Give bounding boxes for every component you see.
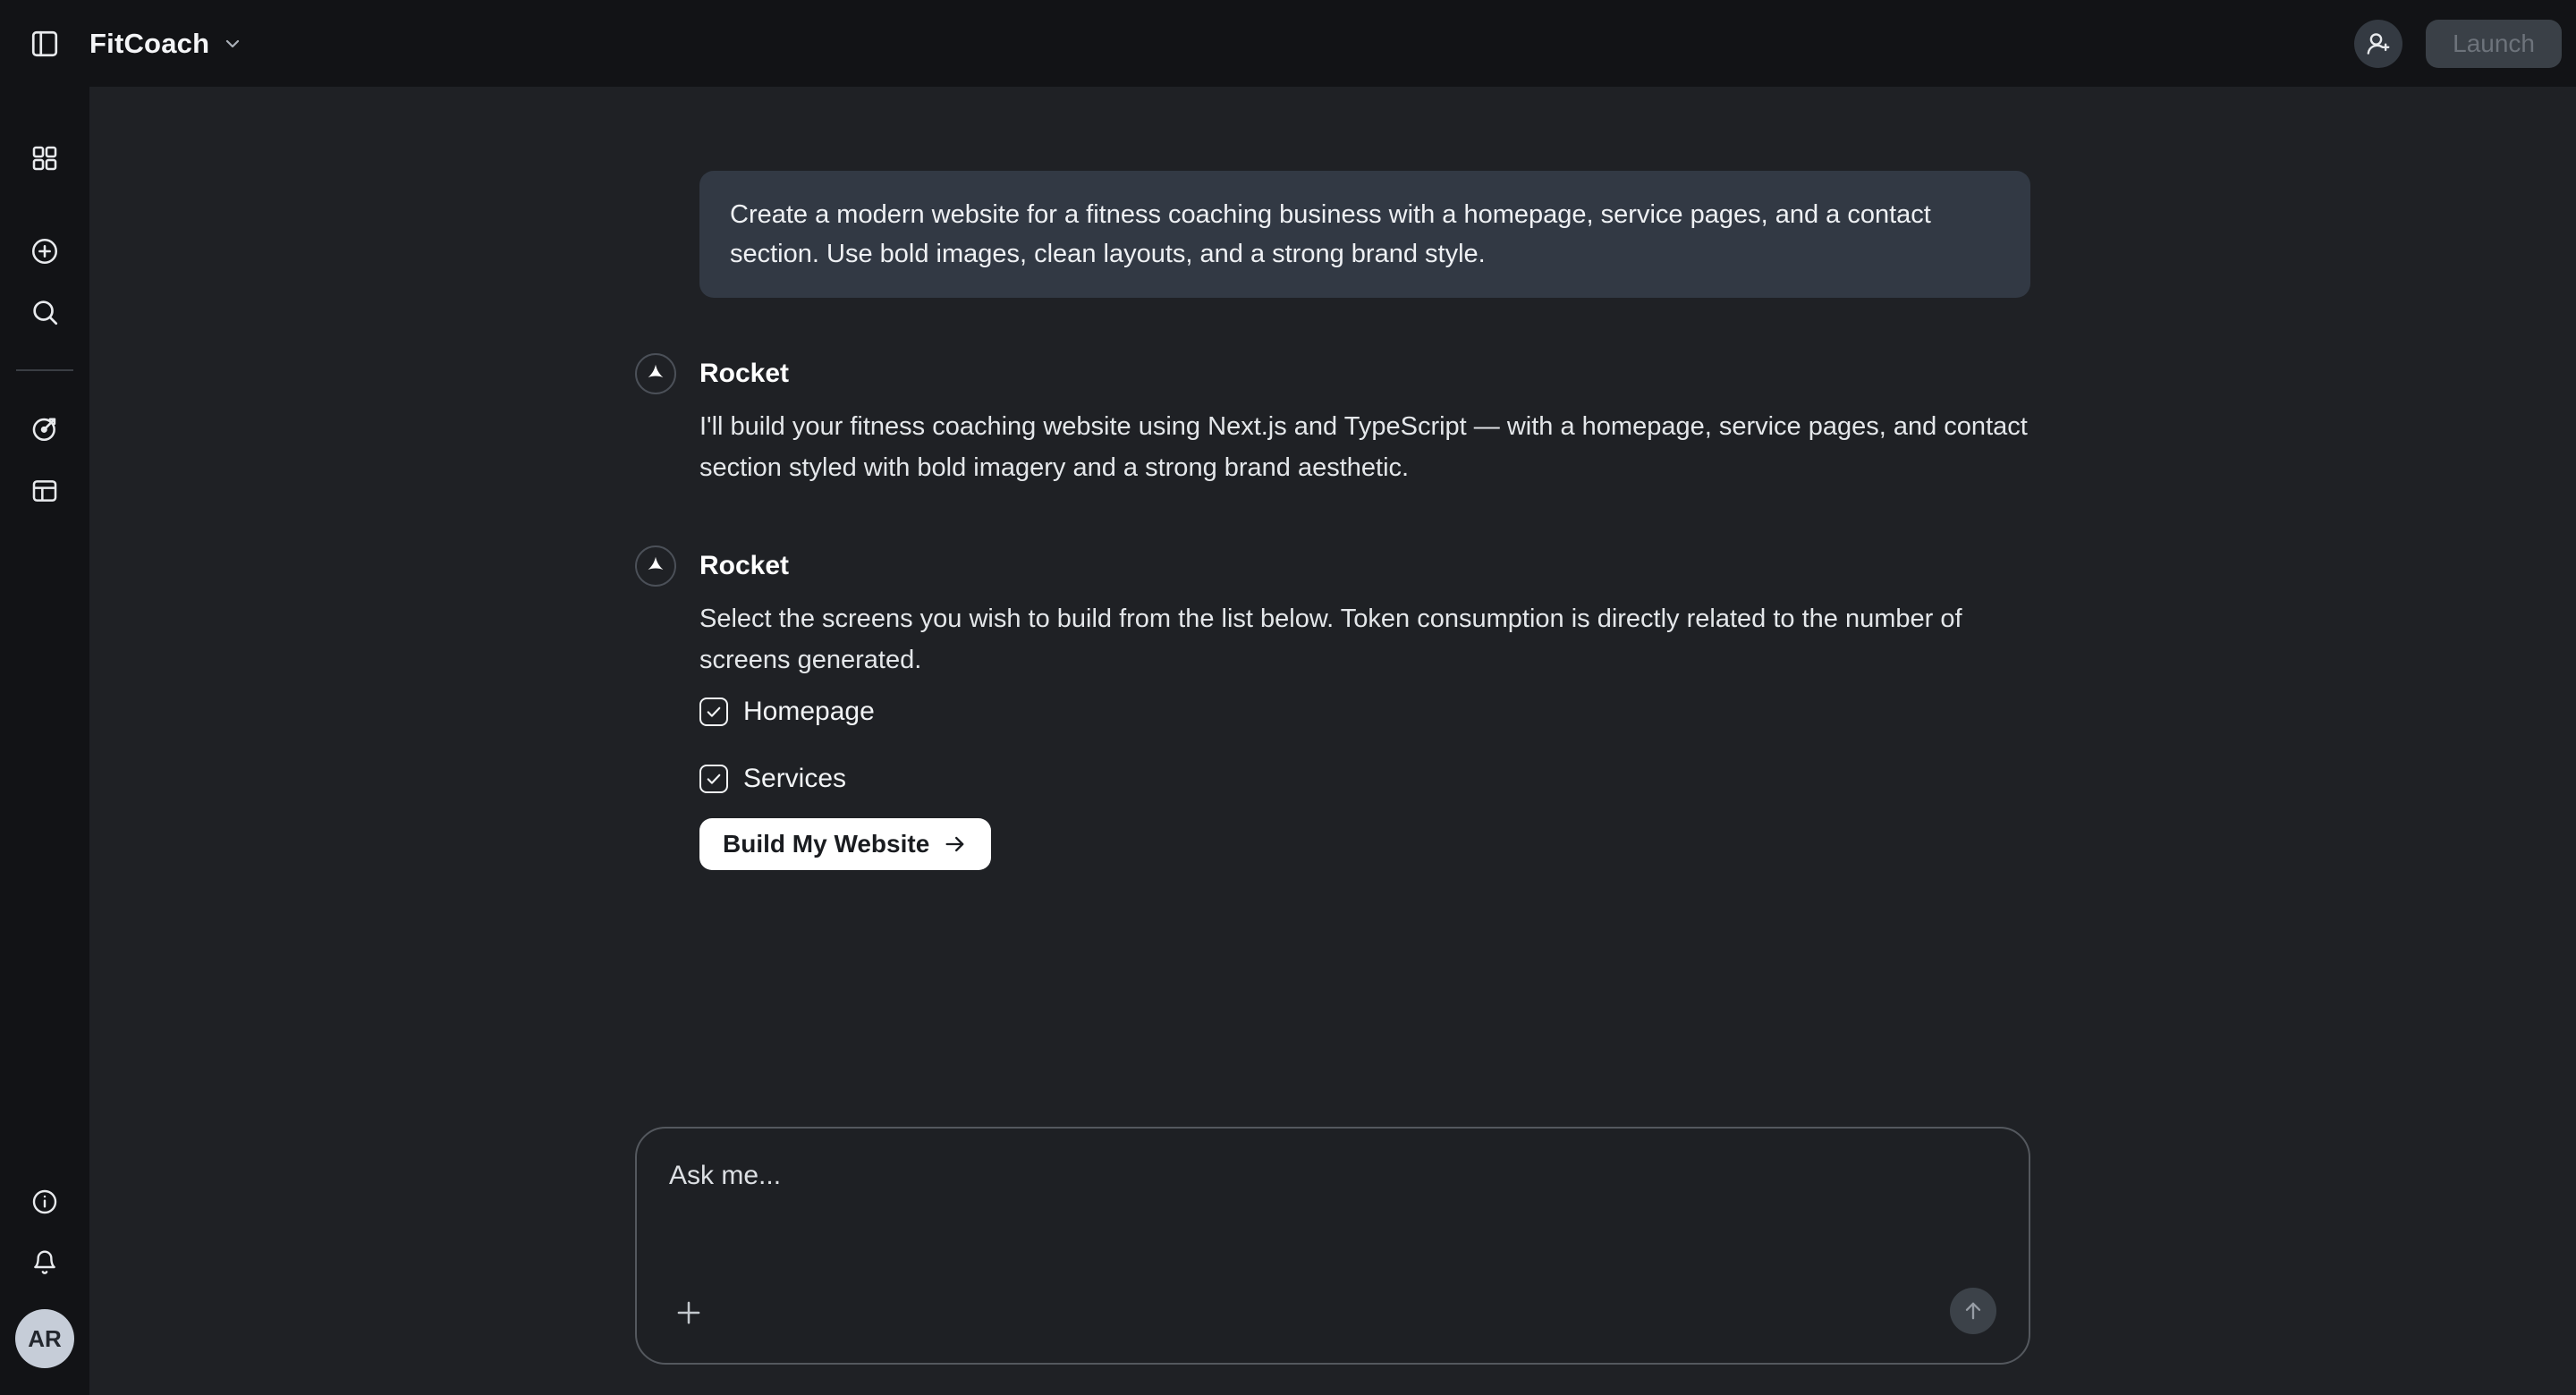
user-avatar[interactable]: AR: [15, 1309, 74, 1368]
topbar-menu-area: [0, 19, 89, 69]
checkbox-label: Services: [743, 764, 846, 794]
assistant-message-body: Rocket Select the screens you wish to bu…: [699, 545, 2030, 681]
chat-input[interactable]: [637, 1129, 2029, 1272]
sidebar-item-notifications[interactable]: [23, 1240, 66, 1283]
plus-circle-icon: [30, 236, 60, 266]
assistant-avatar: [635, 353, 676, 394]
sidebar-toggle-button[interactable]: [20, 19, 70, 69]
assistant-name: Rocket: [699, 353, 2030, 394]
send-button[interactable]: [1950, 1288, 1996, 1334]
search-icon: [30, 297, 60, 327]
assistant-avatar: [635, 545, 676, 587]
info-icon: [30, 1188, 59, 1216]
layout-icon: [30, 477, 59, 505]
checkbox-services[interactable]: Services: [699, 764, 2030, 794]
checkbox-homepage[interactable]: Homepage: [699, 697, 2030, 727]
checkbox-checked-icon: [699, 698, 728, 726]
plus-icon: [672, 1296, 706, 1330]
attach-button[interactable]: [669, 1293, 708, 1332]
build-website-label: Build My Website: [723, 830, 929, 858]
checkbox-checked-icon: [699, 765, 728, 793]
launch-button[interactable]: Launch: [2426, 20, 2562, 68]
sidebar-bottom: AR: [15, 1180, 74, 1368]
grid-icon: [30, 144, 59, 173]
assistant-message: Rocket Select the screens you wish to bu…: [635, 545, 2030, 681]
assistant-message: Rocket I'll build your fitness coaching …: [635, 353, 2030, 488]
assistant-message-body: Rocket I'll build your fitness coaching …: [699, 353, 2030, 488]
app-window: FitCoach Launch: [0, 0, 2576, 1395]
screen-select-group: Homepage Services: [699, 697, 2030, 794]
body-row: AR Create a modern website for a fitness…: [0, 87, 2576, 1395]
sidebar-item-dashboard[interactable]: [23, 137, 66, 180]
rocket-logo-icon: [644, 554, 667, 578]
sidebar-item-goals[interactable]: [23, 407, 66, 450]
arrow-up-icon: [1961, 1298, 1986, 1323]
sidebar-item-screens[interactable]: [23, 469, 66, 512]
bell-icon: [30, 1247, 59, 1276]
checkbox-label: Homepage: [743, 697, 875, 727]
assistant-text: Select the screens you wish to build fro…: [699, 598, 2030, 681]
sidebar-item-new[interactable]: [23, 230, 66, 273]
sidebar-divider: [16, 369, 73, 371]
chat-column: Create a modern website for a fitness co…: [635, 87, 2030, 870]
sidebar: AR: [0, 87, 89, 1395]
panel-left-icon: [30, 29, 60, 59]
user-plus-icon: [2365, 30, 2392, 57]
chat-content: Create a modern website for a fitness co…: [89, 87, 2576, 1395]
project-switcher[interactable]: FitCoach: [89, 28, 243, 60]
sidebar-item-search[interactable]: [23, 291, 66, 334]
invite-user-button[interactable]: [2354, 20, 2402, 68]
assistant-name: Rocket: [699, 545, 2030, 587]
page-title: FitCoach: [89, 28, 209, 60]
arrow-right-icon: [943, 832, 968, 857]
chevron-down-icon: [222, 33, 243, 55]
assistant-text: I'll build your fitness coaching website…: [699, 406, 2030, 488]
topbar: FitCoach Launch: [0, 0, 2576, 87]
user-message-bubble: Create a modern website for a fitness co…: [699, 171, 2030, 298]
composer: [635, 1127, 2030, 1365]
build-website-button[interactable]: Build My Website: [699, 818, 991, 870]
sidebar-item-help[interactable]: [23, 1180, 66, 1223]
target-icon: [30, 413, 60, 444]
rocket-logo-icon: [644, 362, 667, 385]
